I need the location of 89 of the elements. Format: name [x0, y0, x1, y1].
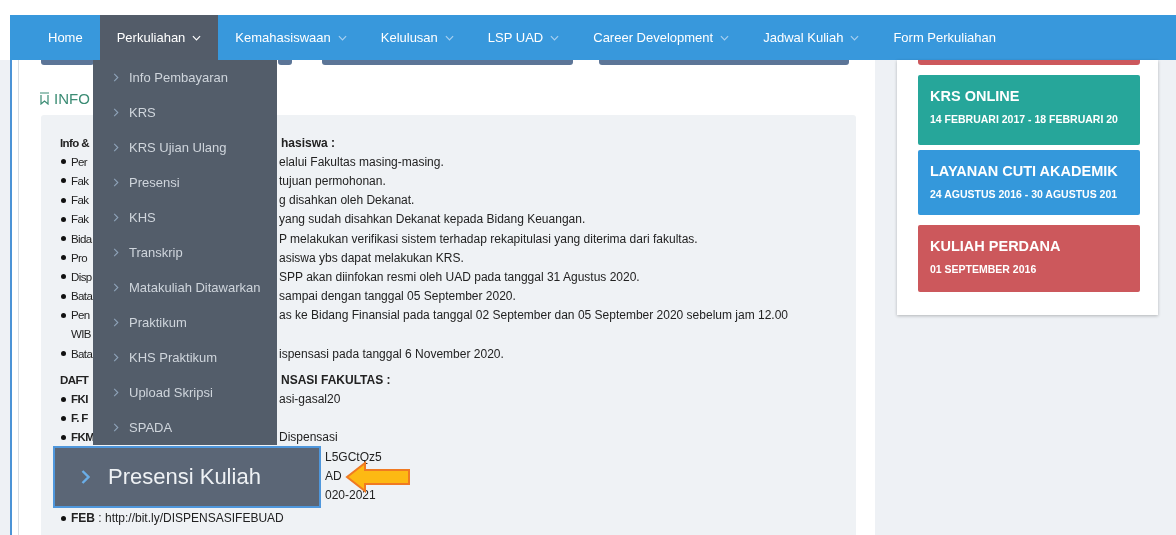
info-text: F. F: [71, 412, 88, 425]
chevron-icon: [113, 213, 119, 222]
event-title: KRS ONLINE: [930, 88, 1021, 104]
chevron-icon: [113, 108, 119, 117]
nav-link[interactable]: Perkuliahan: [99, 15, 219, 60]
info-text: P melakukan verifikasi sistem terhadap rekapitulasi yang diterima dari fakultas.: [279, 231, 698, 246]
info-text: Disp: [71, 270, 92, 283]
info-text: as ke Bidang Finansial pada tanggal 02 September dan 05 September 2020 sebelum jam 12.00: [279, 308, 788, 323]
chevron-icon: [113, 143, 119, 152]
nav-link[interactable]: LSP UAD: [470, 15, 577, 60]
bookmark-icon: [39, 91, 50, 105]
info-text: L5GCtQz5: [325, 449, 382, 464]
event-card[interactable]: KULIAH PERDANA 01 SEPTEMBER 2016: [918, 225, 1140, 292]
nav-link[interactable]: Jadwal Kuliah: [746, 15, 877, 60]
event-card[interactable]: KRS ONLINE 14 FEBRUARI 2017 - 18 FEBRUARI 20: [918, 75, 1140, 145]
menu-item[interactable]: KHS: [93, 200, 277, 235]
chevron-icon: [113, 353, 119, 362]
info-text: tujuan permohonan.: [279, 173, 386, 188]
menu-item[interactable]: Presensi Kuliah: [53, 446, 321, 508]
info-text: g disahkan oleh Dekanat.: [279, 193, 415, 208]
info-text: DAFT: [60, 373, 89, 386]
chevron-icon: [113, 283, 119, 292]
info-text: asi-gasal20: [279, 392, 341, 407]
info-text: SPP akan diinfokan resmi oleh UAD pada tanggal 31 Agustus 2020.: [279, 269, 640, 284]
menu-item[interactable]: KHS Praktikum: [93, 340, 277, 375]
chevron-icon: [113, 73, 119, 82]
info-text: elalui Fakultas masing-masing.: [279, 154, 444, 169]
bullet-icon: [61, 434, 66, 440]
info-text: asiswa ybs dapat melakukan KRS.: [279, 250, 464, 265]
chevron-icon: [81, 469, 90, 485]
menu-item[interactable]: Presensi: [93, 165, 277, 200]
info-text: Pen: [71, 309, 90, 322]
event-dates: 24 AGUSTUS 2016 - 30 AGUSTUS 201: [930, 188, 1119, 200]
menu-item[interactable]: KRS Ujian Ulang: [93, 130, 277, 165]
info-text: Pro: [71, 251, 88, 264]
info-text: hasiswa :: [281, 135, 336, 150]
nav-link[interactable]: Kelulusan: [363, 15, 471, 60]
chevron-icon: [113, 248, 119, 257]
nav-link[interactable]: Kemahasiswaan: [218, 15, 364, 60]
info-text: AD: [325, 468, 342, 483]
info-text: Info &: [60, 136, 89, 149]
button-edge: [278, 60, 292, 65]
nav-link[interactable]: Home: [31, 15, 100, 60]
event-card[interactable]: LAYANAN CUTI AKADEMIK 24 AGUSTUS 2016 - 30 AGUSTUS 201: [918, 150, 1140, 215]
info-text: NSASI FAKULTAS :: [281, 372, 391, 387]
menu-item[interactable]: Matakuliah Ditawarkan: [93, 270, 277, 305]
event-title: LAYANAN CUTI AKADEMIK: [930, 163, 1119, 179]
bullet-icon: [61, 159, 66, 165]
menu-item[interactable]: Transkrip: [93, 235, 277, 270]
bullet-icon: [61, 293, 66, 299]
nav-link[interactable]: Career Development: [576, 15, 747, 60]
bullet-icon: [61, 274, 66, 280]
info-text: FEB : http://bit.ly/DISPENSASIFEBUAD: [71, 511, 284, 526]
info-text: Dispensasi: [279, 430, 338, 445]
chevron-icon: [113, 178, 119, 187]
info-text: FKI: [71, 393, 88, 406]
bullet-icon: [61, 351, 66, 357]
event-dates: 14 FEBRUARI 2017 - 18 FEBRUARI 20: [930, 113, 1119, 125]
bullet-icon: [61, 255, 66, 261]
info-text: Fak: [71, 174, 89, 187]
chevron-icon: [113, 318, 119, 327]
bullet-icon: [61, 236, 66, 242]
info-text: yang sudah disahkan Dekanat kepada Bidang Keuangan.: [279, 212, 586, 227]
info-text: Bata: [71, 347, 93, 360]
event-dates: 01 SEPTEMBER 2016: [930, 263, 1038, 275]
bullet-icon: [61, 415, 66, 421]
info-text: WIB: [71, 328, 91, 341]
menu-item[interactable]: SPADA: [93, 410, 277, 445]
info-text: sampai dengan tanggal 05 September 2020.: [279, 289, 516, 304]
bullet-icon: [61, 216, 66, 222]
menu-item[interactable]: Upload Skripsi: [93, 375, 277, 410]
bullet-icon: [61, 396, 66, 402]
chevron-icon: [113, 423, 119, 432]
bullet-icon: [61, 515, 66, 521]
info-text: Fak: [71, 194, 89, 207]
info-text: Bida: [71, 232, 92, 245]
button-edge: [41, 60, 94, 65]
info-text: ispensasi pada tanggal 6 November 2020.: [279, 346, 504, 361]
event-title: KULIAH PERDANA: [930, 238, 1062, 254]
bullet-icon: [61, 178, 66, 184]
nav-link[interactable]: Form Perkuliahan: [876, 15, 1014, 60]
bullet-icon: [61, 197, 66, 203]
info-text: 020-2021: [325, 487, 376, 502]
chevron-icon: [113, 388, 119, 397]
menu-item[interactable]: Praktikum: [93, 305, 277, 340]
bullet-icon: [61, 312, 66, 318]
info-text: Fak: [71, 213, 89, 226]
info-text: Per: [71, 155, 88, 168]
info-text: Bata: [71, 290, 93, 303]
